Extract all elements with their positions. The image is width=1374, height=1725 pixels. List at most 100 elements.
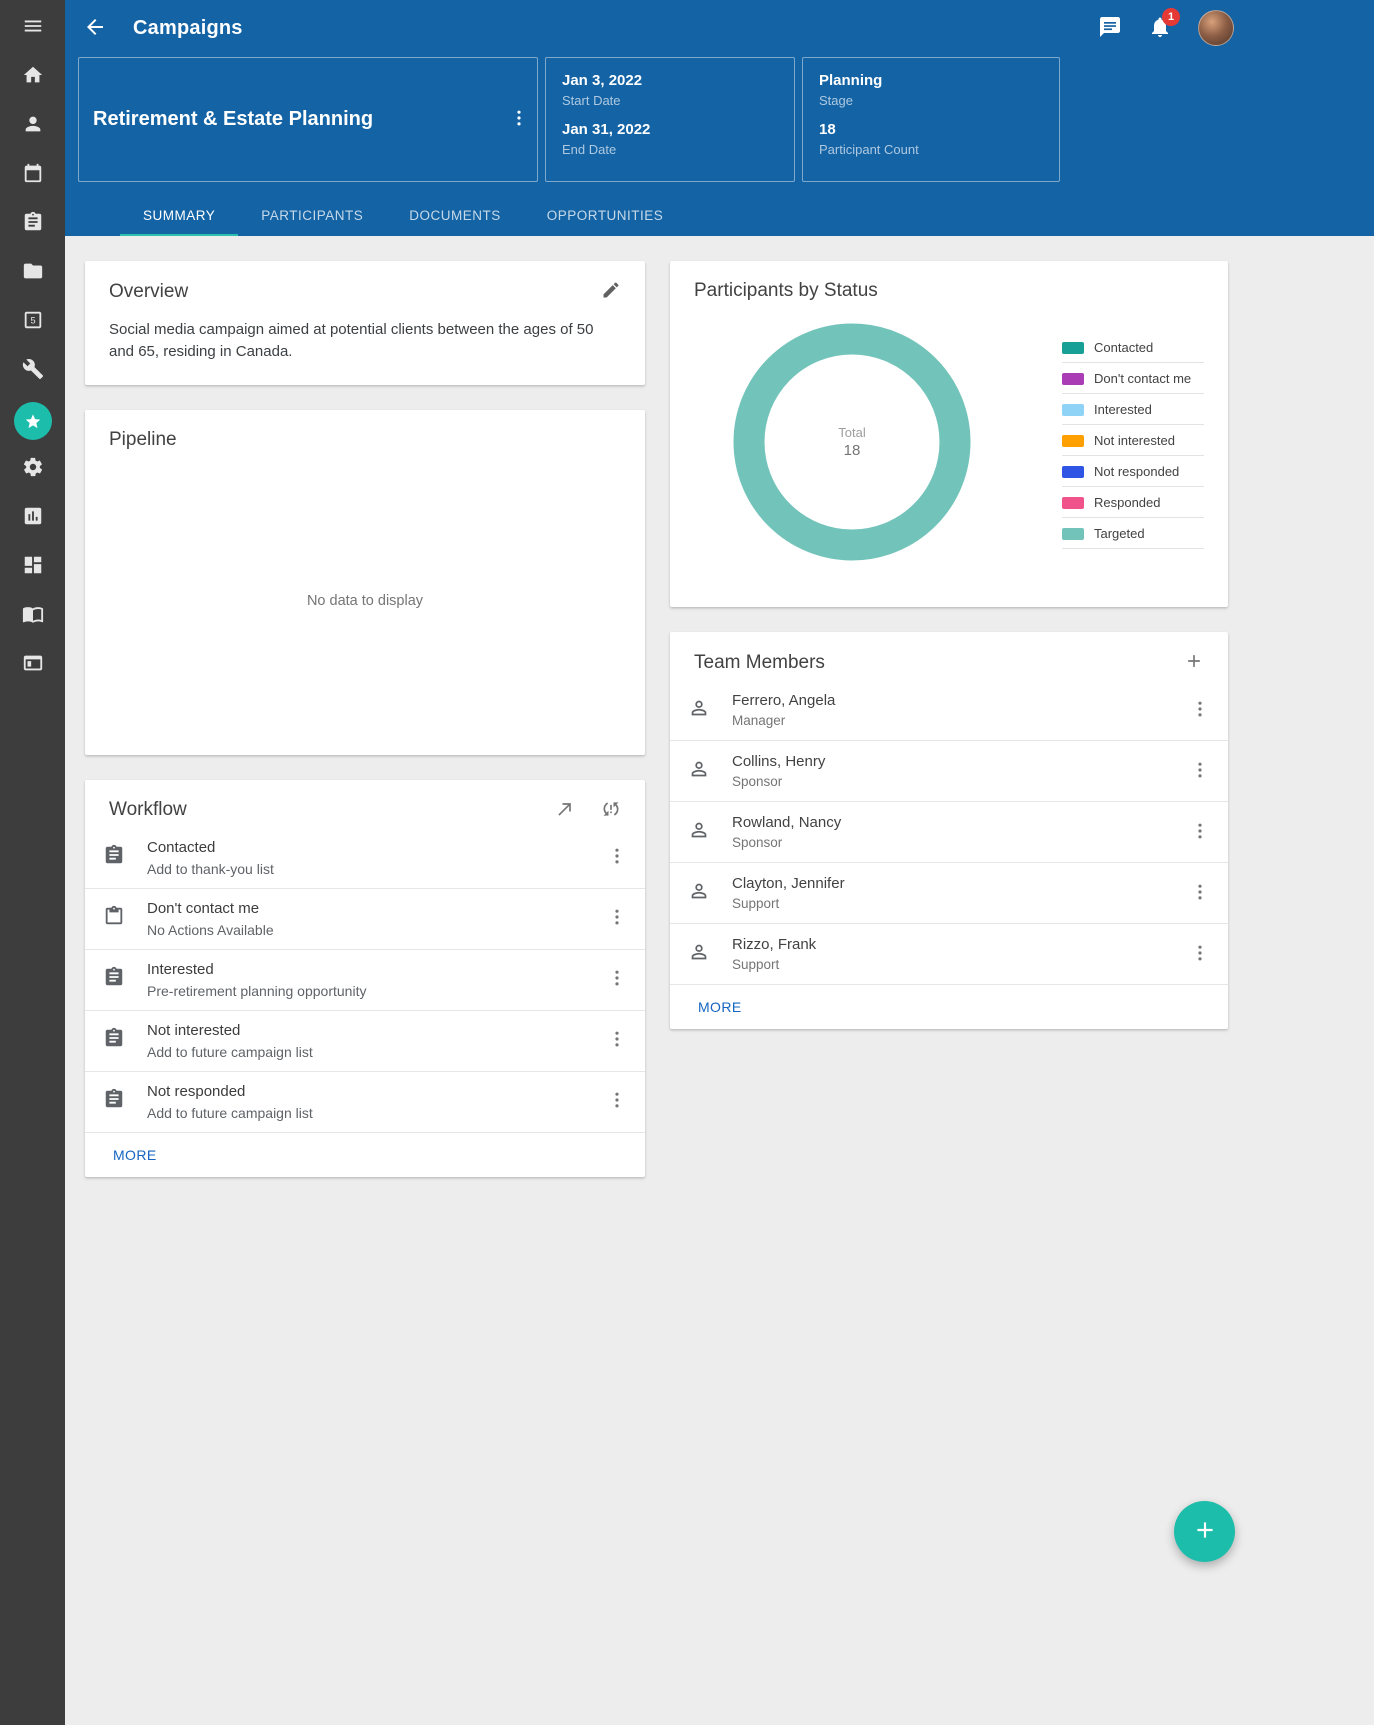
workflow-more-button[interactable]: MORE (113, 1147, 157, 1163)
sidebar-item-billing[interactable] (0, 641, 65, 690)
gear-icon (22, 456, 44, 483)
open-book-icon (22, 603, 44, 630)
right-column: Participants by Status Total 18 (670, 261, 1228, 1054)
donut-chart: Total 18 (728, 318, 976, 566)
sidebar-item-documents[interactable] (0, 249, 65, 298)
chat-icon (1098, 15, 1122, 42)
topbar-actions: 1 (1098, 10, 1234, 46)
topbar: Campaigns 1 (65, 0, 1374, 56)
campaign-name: Retirement & Estate Planning (93, 108, 373, 131)
team-member-name: Collins, Henry (732, 753, 825, 770)
notifications-button[interactable]: 1 (1148, 15, 1172, 42)
legend-swatch (1062, 404, 1084, 416)
card-view-icon (22, 652, 44, 679)
team-member-menu-button[interactable] (1190, 760, 1210, 783)
kebab-icon (607, 1090, 627, 1113)
edit-overview-button[interactable] (601, 280, 621, 303)
sidebar-item-tools[interactable] (0, 347, 65, 396)
add-fab-button[interactable] (1174, 1501, 1235, 1562)
team-member-menu-button[interactable] (1190, 943, 1210, 966)
workflow-sync-button[interactable] (601, 799, 621, 822)
workflow-open-button[interactable] (555, 799, 575, 822)
start-date-value: Jan 3, 2022 (562, 72, 778, 89)
overview-card: Overview Social media campaign aimed at … (85, 261, 645, 385)
workflow-status: Contacted (147, 839, 274, 856)
chat-button[interactable] (1098, 15, 1122, 42)
workflow-item-menu-button[interactable] (607, 1029, 627, 1052)
hamburger-menu-icon (22, 15, 44, 42)
workflow-title: Workflow (109, 799, 187, 821)
legend-item: Responded (1062, 487, 1204, 518)
tab-bar: SUMMARY PARTICIPANTS DOCUMENTS OPPORTUNI… (120, 196, 1374, 236)
workflow-status: Interested (147, 961, 366, 978)
team-member-menu-button[interactable] (1190, 699, 1210, 722)
sidebar-menu-button[interactable] (0, 4, 65, 53)
plus-icon (1192, 1517, 1218, 1546)
back-button[interactable] (83, 15, 107, 42)
participants-chart-title: Participants by Status (694, 280, 878, 302)
add-team-member-button[interactable] (1184, 651, 1204, 674)
workflow-item-menu-button[interactable] (607, 907, 627, 930)
workflow-item: Don't contact me No Actions Available (85, 889, 645, 950)
workflow-item-menu-button[interactable] (607, 968, 627, 991)
start-date-label: Start Date (562, 93, 778, 108)
donut-center-label: Total (838, 425, 865, 440)
workflow-action: Add to thank-you list (147, 861, 274, 877)
workflow-item: Not responded Add to future campaign lis… (85, 1072, 645, 1133)
person-outline-icon (688, 819, 710, 846)
workflow-status: Don't contact me (147, 900, 274, 917)
assignment-icon (103, 844, 125, 871)
donut-total-value: 18 (844, 442, 861, 459)
workflow-item: Interested Pre-retirement planning oppor… (85, 950, 645, 1011)
tab-summary[interactable]: SUMMARY (120, 196, 238, 236)
team-member-role: Sponsor (732, 774, 825, 789)
kebab-icon (607, 907, 627, 930)
workflow-action: Add to future campaign list (147, 1105, 313, 1121)
avatar[interactable] (1198, 10, 1234, 46)
team-more-button[interactable]: MORE (698, 999, 742, 1015)
sidebar-item-dashboard[interactable] (0, 543, 65, 592)
team-member-menu-button[interactable] (1190, 821, 1210, 844)
team-member-row: Rizzo, Frank Support (670, 924, 1228, 985)
page-title: Campaigns (133, 17, 243, 40)
legend-swatch (1062, 497, 1084, 509)
tab-documents[interactable]: DOCUMENTS (386, 196, 524, 236)
sidebar-item-campaigns-active[interactable] (0, 396, 65, 445)
kebab-icon (607, 968, 627, 991)
legend-swatch (1062, 466, 1084, 478)
svg-text:5: 5 (30, 316, 35, 326)
sidebar-item-settings[interactable] (0, 445, 65, 494)
assignment-icon (103, 1027, 125, 1054)
dashboard-icon (22, 554, 44, 581)
folder-icon (22, 260, 44, 287)
sidebar-item-accounts[interactable]: 5 (0, 298, 65, 347)
workflow-item: Contacted Add to thank-you list (85, 828, 645, 889)
sidebar-item-library[interactable] (0, 592, 65, 641)
kebab-icon (509, 108, 529, 131)
sidebar-item-home[interactable] (0, 53, 65, 102)
team-member-name: Ferrero, Angela (732, 692, 835, 709)
sidebar-item-reports[interactable] (0, 494, 65, 543)
sidebar-item-tasks[interactable] (0, 200, 65, 249)
campaign-menu-button[interactable] (509, 108, 529, 131)
assignment-icon (103, 1088, 125, 1115)
campaign-name-card: Retirement & Estate Planning (78, 57, 538, 182)
team-member-menu-button[interactable] (1190, 882, 1210, 905)
kebab-icon (1190, 821, 1210, 844)
team-member-role: Sponsor (732, 835, 841, 850)
legend-label: Don't contact me (1094, 371, 1191, 386)
sidebar-item-calendar[interactable] (0, 151, 65, 200)
sidebar-item-contacts[interactable] (0, 102, 65, 151)
workflow-item-menu-button[interactable] (607, 846, 627, 869)
end-date-label: End Date (562, 142, 778, 157)
wrench-icon (22, 358, 44, 385)
legend-item: Don't contact me (1062, 363, 1204, 394)
team-member-row: Rowland, Nancy Sponsor (670, 802, 1228, 863)
box-5-icon: 5 (22, 309, 44, 336)
tab-participants[interactable]: PARTICIPANTS (238, 196, 386, 236)
pipeline-title: Pipeline (109, 429, 177, 451)
tab-opportunities[interactable]: OPPORTUNITIES (524, 196, 687, 236)
workflow-action: No Actions Available (147, 922, 274, 938)
main-area: Campaigns 1 Retirement & Estate Planning (65, 0, 1374, 1725)
workflow-item-menu-button[interactable] (607, 1090, 627, 1113)
